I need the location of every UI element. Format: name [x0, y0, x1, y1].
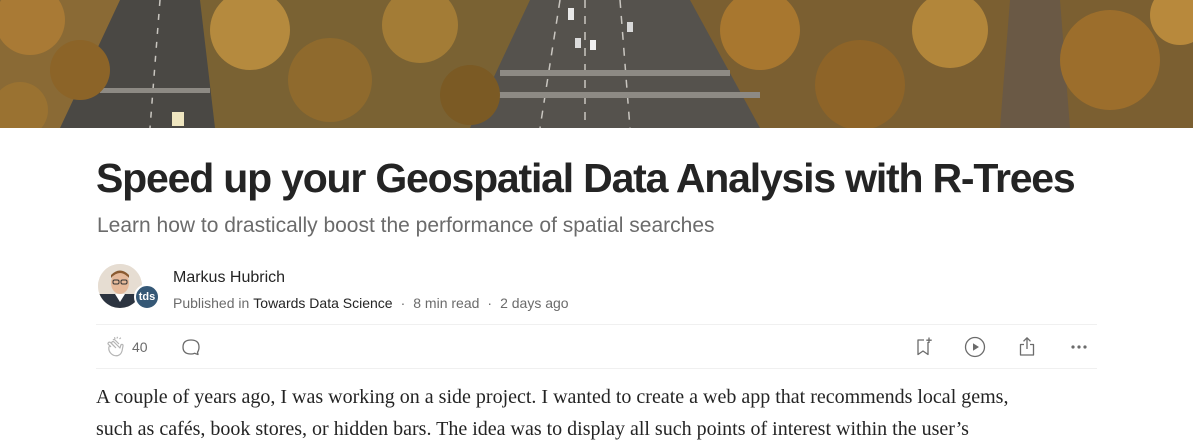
share-icon[interactable] [1015, 335, 1039, 359]
article-meta: Published in Towards Data Science · 8 mi… [173, 294, 569, 312]
clap-icon[interactable] [104, 335, 128, 359]
author-name[interactable]: Markus Hubrich [173, 268, 285, 288]
action-bar: 40 [96, 326, 1097, 368]
hero-image [0, 0, 1193, 128]
bookmark-icon[interactable] [912, 335, 936, 359]
play-icon[interactable] [963, 335, 987, 359]
divider-top [96, 324, 1097, 325]
publication-link[interactable]: Towards Data Science [253, 294, 392, 312]
body-paragraph-line: such as cafés, book stores, or hidden ba… [96, 418, 969, 440]
article-subtitle: Learn how to drastically boost the perfo… [97, 214, 715, 237]
divider-bottom [96, 368, 1097, 369]
publication-badge[interactable]: tds [134, 284, 160, 310]
meta-separator: · [487, 295, 493, 311]
meta-separator: · [400, 295, 406, 311]
body-paragraph-line: A couple of years ago, I was working on … [96, 386, 1009, 408]
article-body: A couple of years ago, I was working on … [96, 381, 1106, 445]
article-title: Speed up your Geospatial Data Analysis w… [96, 155, 1076, 201]
publish-date: 2 days ago [500, 295, 569, 311]
clap-count: 40 [132, 339, 148, 355]
published-in-label: Published in [173, 295, 250, 311]
read-time: 8 min read [413, 295, 480, 311]
more-icon[interactable] [1067, 335, 1091, 359]
comment-icon[interactable] [180, 336, 202, 358]
